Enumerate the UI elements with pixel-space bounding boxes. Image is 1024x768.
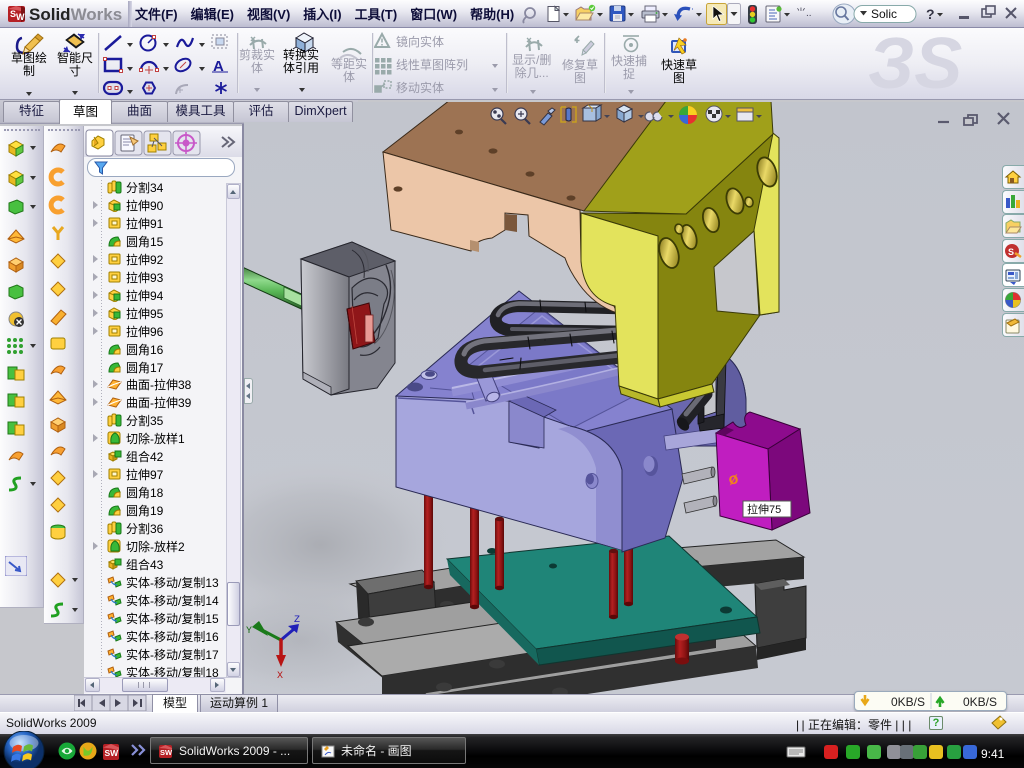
svg-text:?: ? bbox=[926, 6, 935, 22]
svg-text:0KB/S: 0KB/S bbox=[963, 695, 997, 709]
svg-text:SolidWorks: SolidWorks bbox=[29, 5, 122, 24]
svg-text:SW: SW bbox=[105, 748, 120, 758]
svg-text:⺌..: ⺌.. bbox=[796, 7, 812, 19]
svg-text:SW: SW bbox=[160, 748, 173, 757]
svg-text:0KB/S: 0KB/S bbox=[891, 695, 925, 709]
svg-text:X: X bbox=[277, 671, 283, 682]
svg-text:Solic: Solic bbox=[871, 7, 897, 21]
svg-text:S: S bbox=[1008, 247, 1014, 257]
svg-text:W: W bbox=[16, 12, 25, 22]
svg-text:Z: Z bbox=[294, 615, 300, 626]
svg-text:拉伸75: 拉伸75 bbox=[747, 502, 781, 516]
svg-text:Y: Y bbox=[246, 626, 252, 637]
